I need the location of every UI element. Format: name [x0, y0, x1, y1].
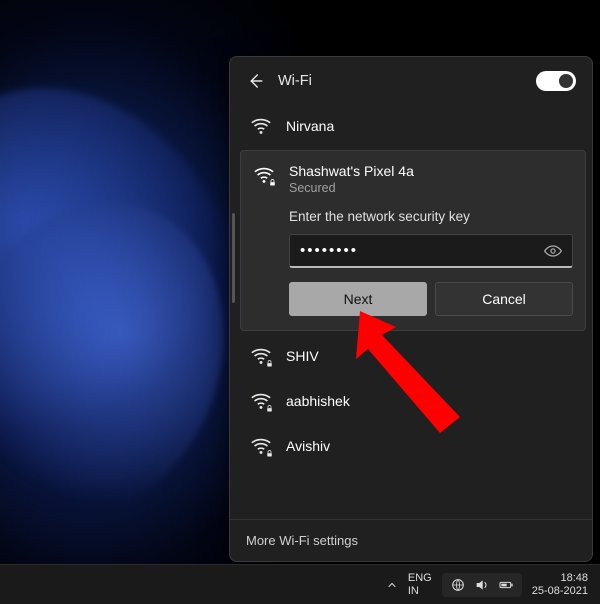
scrollbar[interactable]: [232, 213, 235, 303]
next-button[interactable]: Next: [289, 282, 427, 316]
language-indicator[interactable]: ENG IN: [408, 572, 432, 597]
network-name: Shashwat's Pixel 4a: [289, 163, 414, 179]
wifi-icon: [250, 115, 272, 137]
more-wifi-settings-link[interactable]: More Wi-Fi settings: [230, 519, 592, 561]
volume-tray-icon: [474, 577, 490, 593]
clock-time: 18:48: [532, 572, 588, 585]
security-key-prompt: Enter the network security key: [289, 209, 573, 224]
lang-top: ENG: [408, 572, 432, 585]
wifi-secured-icon: [253, 164, 275, 186]
network-name: SHIV: [286, 348, 319, 364]
network-item-selected: Shashwat's Pixel 4a Secured Enter the ne…: [240, 150, 586, 331]
network-item[interactable]: aabhishek: [240, 378, 586, 423]
back-button[interactable]: [246, 72, 264, 90]
clock-date: 25-08-2021: [532, 585, 588, 598]
network-item[interactable]: Avishiv: [240, 423, 586, 468]
network-item[interactable]: SHIV: [240, 333, 586, 378]
cancel-button[interactable]: Cancel: [435, 282, 573, 316]
wifi-secured-icon: [250, 345, 272, 367]
password-field-wrapper: [289, 234, 573, 268]
network-status: Secured: [289, 181, 414, 195]
network-name: Nirvana: [286, 118, 334, 134]
battery-tray-icon: [498, 577, 514, 593]
network-name: aabhishek: [286, 393, 350, 409]
clock[interactable]: 18:48 25-08-2021: [532, 572, 588, 597]
network-item[interactable]: Nirvana: [240, 103, 586, 148]
password-input[interactable]: [300, 242, 542, 259]
network-scroll-area: Nirvana Shashwat's Pixel 4a Secured Ente…: [230, 103, 592, 519]
network-name: Avishiv: [286, 438, 330, 454]
wifi-quick-panel: Wi-Fi Nirvana Shashwat's Pixel 4a: [229, 56, 593, 562]
network-tray-icon: [450, 577, 466, 593]
panel-title: Wi-Fi: [278, 73, 522, 89]
panel-header: Wi-Fi: [230, 57, 592, 103]
wifi-secured-icon: [250, 390, 272, 412]
wifi-secured-icon: [250, 435, 272, 457]
reveal-password-icon[interactable]: [542, 240, 564, 262]
wifi-toggle[interactable]: [536, 71, 576, 91]
lang-bottom: IN: [408, 585, 432, 598]
tray-overflow-icon[interactable]: [386, 579, 398, 591]
taskbar: ENG IN 18:48 25-08-2021: [0, 564, 600, 604]
system-tray[interactable]: [442, 573, 522, 597]
